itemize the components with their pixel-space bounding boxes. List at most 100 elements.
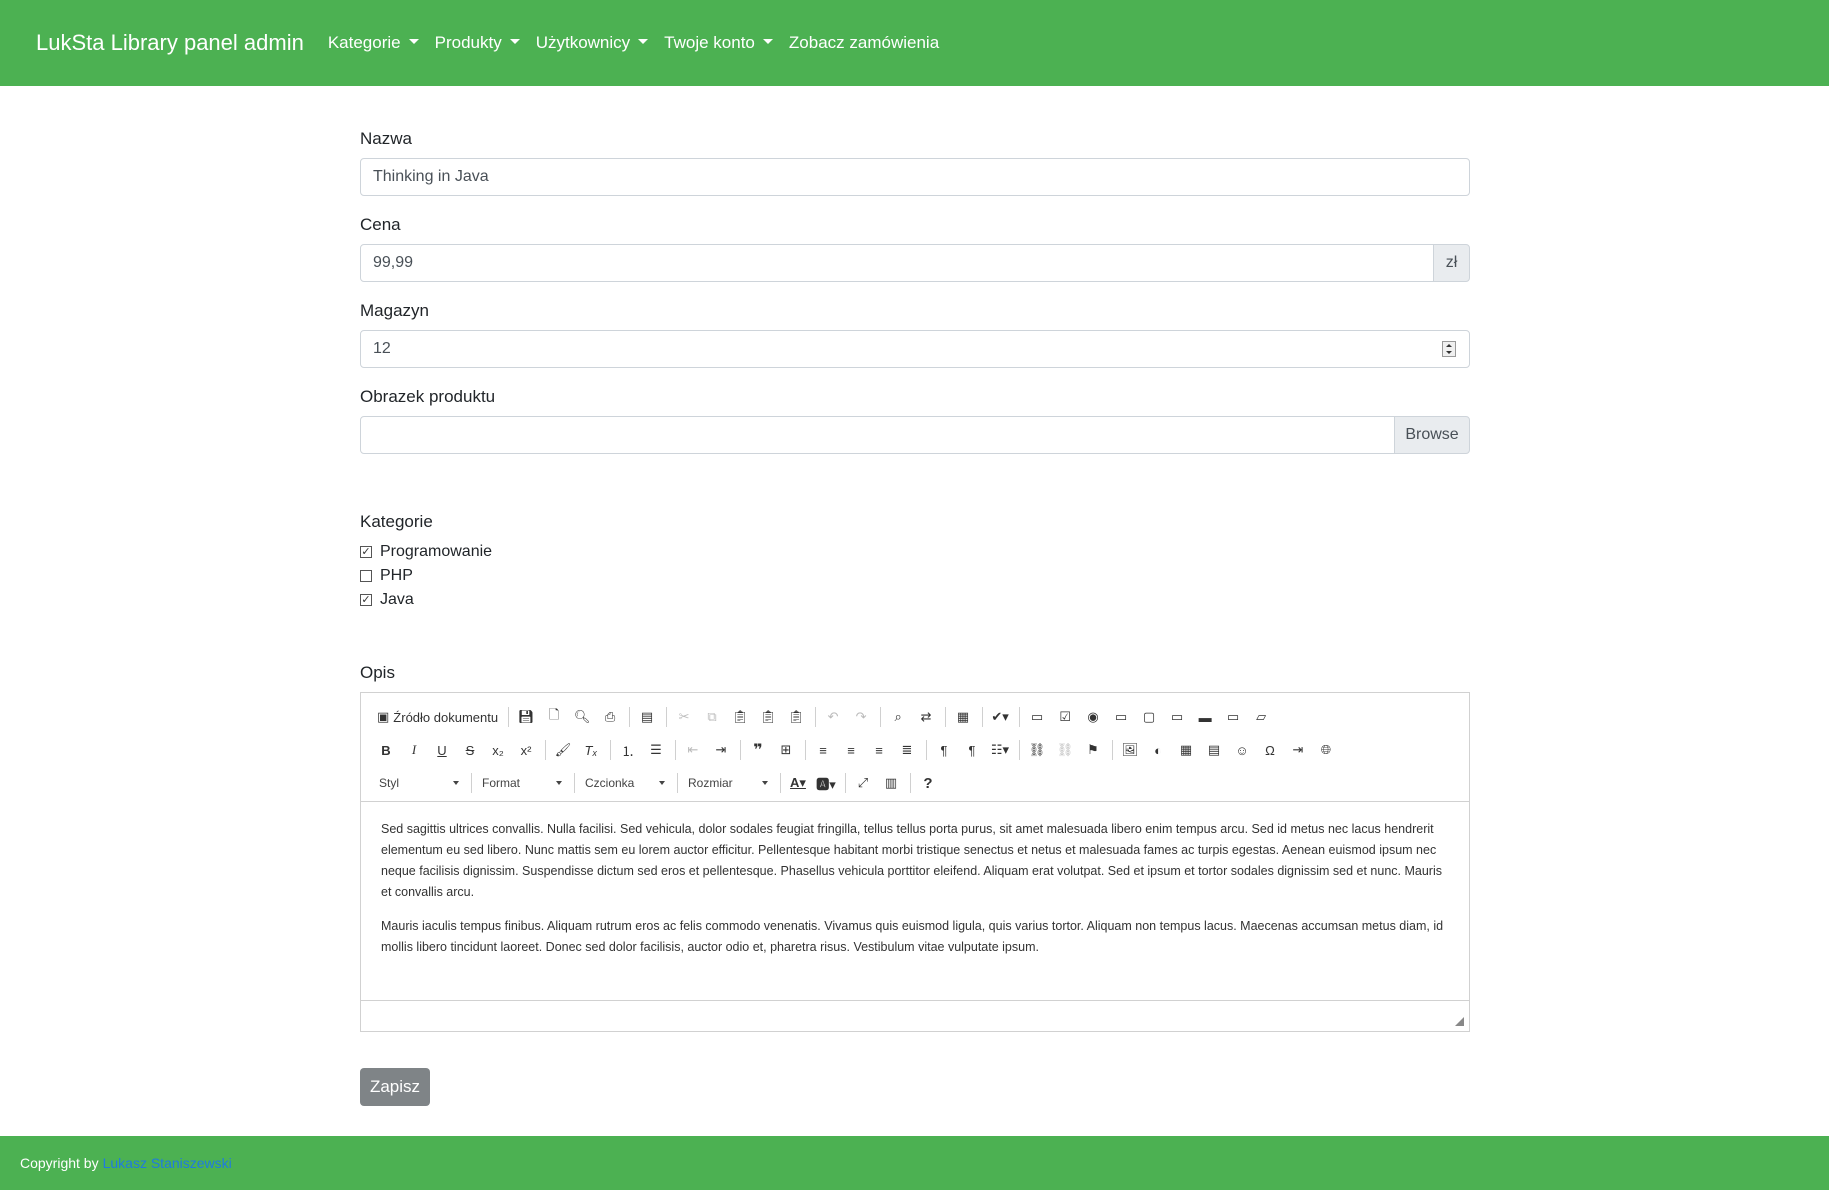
numbered-list-icon[interactable]: ⒈: [617, 739, 639, 761]
horizontal-rule-icon[interactable]: ▤: [1203, 739, 1225, 761]
rtl-icon[interactable]: ¶: [961, 739, 983, 761]
nav-uzytkownicy-dropdown[interactable]: Użytkownicy: [536, 33, 649, 53]
smiley-icon[interactable]: ☺: [1231, 739, 1253, 761]
form-icon[interactable]: ▭: [1026, 706, 1048, 728]
align-center-icon[interactable]: ≡: [840, 739, 862, 761]
superscript-icon[interactable]: x²: [515, 739, 537, 761]
paste-word-icon[interactable]: 📋︎: [785, 706, 807, 728]
italic-icon[interactable]: I: [403, 739, 425, 761]
image-file-input[interactable]: [360, 416, 1395, 454]
maximize-icon[interactable]: ⤢: [852, 772, 874, 794]
indent-icon[interactable]: ⇥: [710, 739, 732, 761]
iframe-icon[interactable]: 🌐︎: [1315, 739, 1337, 761]
language-icon[interactable]: ☷▾: [989, 739, 1011, 761]
button-icon[interactable]: ▬: [1194, 706, 1216, 728]
stock-input[interactable]: 12: [360, 330, 1470, 368]
outdent-icon[interactable]: ⇤: [682, 739, 704, 761]
table-icon[interactable]: ▦: [1175, 739, 1197, 761]
show-blocks-icon[interactable]: ▥: [880, 772, 902, 794]
imagebutton-icon[interactable]: ▭: [1222, 706, 1244, 728]
bulleted-list-icon[interactable]: ☰: [645, 739, 667, 761]
undo-icon[interactable]: ↶: [822, 706, 844, 728]
editor-content[interactable]: Sed sagittis ultrices convallis. Nulla f…: [381, 819, 1451, 971]
help-icon[interactable]: ?: [917, 772, 939, 794]
copy-format-icon[interactable]: 🖌︎: [552, 739, 574, 761]
checkbox-icon[interactable]: ☑: [1054, 706, 1076, 728]
checkbox-checked[interactable]: ✓: [360, 546, 372, 558]
font-combo[interactable]: Czcionka: [581, 776, 665, 790]
nav-twoje-konto-dropdown[interactable]: Twoje konto: [664, 33, 773, 53]
author-link[interactable]: Lukasz Staniszewski: [103, 1155, 232, 1171]
paste-text-icon[interactable]: 📋︎: [757, 706, 779, 728]
nav-zobacz-zamowienia-link[interactable]: Zobacz zamówienia: [789, 33, 939, 53]
underline-icon[interactable]: U: [431, 739, 453, 761]
align-left-icon[interactable]: ≡: [812, 739, 834, 761]
toolbar-separator: [629, 707, 631, 727]
select-all-icon[interactable]: ▦: [952, 706, 974, 728]
print-icon[interactable]: ⎙: [599, 706, 621, 728]
copy-icon[interactable]: ⧉: [701, 706, 723, 728]
page-break-icon[interactable]: ⇥: [1287, 739, 1309, 761]
select-icon[interactable]: ▭: [1166, 706, 1188, 728]
bold-icon[interactable]: B: [375, 739, 397, 761]
strike-icon[interactable]: S: [459, 739, 481, 761]
paste-icon[interactable]: 📋︎: [729, 706, 751, 728]
flash-icon[interactable]: ◐: [1147, 739, 1169, 761]
image-icon[interactable]: 🖼︎: [1119, 739, 1141, 761]
navbar-brand[interactable]: LukSta Library panel admin: [36, 30, 304, 56]
align-right-icon[interactable]: ≡: [868, 739, 890, 761]
category-checkbox-row[interactable]: ✓ Programowanie: [360, 543, 492, 561]
dropdown-arrow-icon: [453, 781, 459, 785]
save-button[interactable]: Zapisz: [360, 1068, 430, 1106]
link-icon[interactable]: ⛓: [1026, 739, 1048, 761]
toolbar-separator: [845, 773, 846, 793]
number-spinner[interactable]: [1442, 341, 1456, 357]
toolbar-row-3: Styl Format Czcionka Rozmiar A▾ 🅰︎▾ ⤢ ▥ …: [375, 769, 945, 797]
replace-icon[interactable]: ⇄: [915, 706, 937, 728]
ltr-icon[interactable]: ¶: [933, 739, 955, 761]
editor-paragraph: Sed sagittis ultrices convallis. Nulla f…: [381, 822, 1442, 899]
format-combo[interactable]: Format: [478, 776, 562, 790]
textfield-icon[interactable]: ▭: [1110, 706, 1132, 728]
nav-produkty-dropdown[interactable]: Produkty: [435, 33, 520, 53]
find-icon[interactable]: ⌕: [887, 706, 909, 728]
anchor-icon[interactable]: ⚑: [1082, 739, 1104, 761]
radio-icon[interactable]: ◉: [1082, 706, 1104, 728]
price-input[interactable]: 99,99: [360, 244, 1434, 282]
caret-down-icon: [762, 38, 773, 44]
cut-icon[interactable]: ✂: [673, 706, 695, 728]
browse-button[interactable]: Browse: [1394, 416, 1470, 454]
size-combo[interactable]: Rozmiar: [684, 776, 768, 790]
templates-icon[interactable]: ▤: [636, 706, 658, 728]
textarea-icon[interactable]: ▢: [1138, 706, 1160, 728]
hiddenfield-icon[interactable]: ▱: [1250, 706, 1272, 728]
unlink-icon[interactable]: ⛓: [1054, 739, 1076, 761]
category-label: PHP: [380, 567, 413, 584]
nav-kategorie-dropdown[interactable]: Kategorie: [328, 33, 419, 53]
style-combo[interactable]: Styl: [375, 776, 459, 790]
resize-handle-icon[interactable]: [1455, 1017, 1464, 1026]
save-icon[interactable]: 💾︎: [515, 706, 537, 728]
special-char-icon[interactable]: Ω: [1259, 739, 1281, 761]
source-button[interactable]: ▣ Źródło dokumentu: [375, 706, 500, 728]
subscript-icon[interactable]: x₂: [487, 739, 509, 761]
caret-down-icon: [408, 38, 419, 44]
toolbar-separator: [1019, 707, 1021, 727]
redo-icon[interactable]: ↷: [850, 706, 872, 728]
category-checkbox-row[interactable]: PHP: [360, 567, 413, 585]
category-label: Programowanie: [380, 543, 493, 560]
checkbox-checked[interactable]: ✓: [360, 594, 372, 606]
new-page-icon[interactable]: 🗋: [543, 706, 565, 728]
remove-format-icon[interactable]: Tₓ: [580, 739, 602, 761]
blockquote-icon[interactable]: ❞: [747, 739, 769, 761]
div-icon[interactable]: ⊞: [775, 739, 797, 761]
justify-icon[interactable]: ≣: [896, 739, 918, 761]
category-checkbox-row[interactable]: ✓ Java: [360, 591, 414, 609]
preview-icon[interactable]: 🔍︎: [571, 706, 593, 728]
text-color-icon[interactable]: A▾: [787, 772, 809, 794]
nav-item-label: Twoje konto: [664, 33, 755, 52]
bg-color-icon[interactable]: 🅰︎▾: [815, 772, 837, 794]
checkbox-unchecked[interactable]: [360, 570, 372, 582]
name-input[interactable]: Thinking in Java: [360, 158, 1470, 196]
spellcheck-icon[interactable]: ✔▾: [989, 706, 1011, 728]
